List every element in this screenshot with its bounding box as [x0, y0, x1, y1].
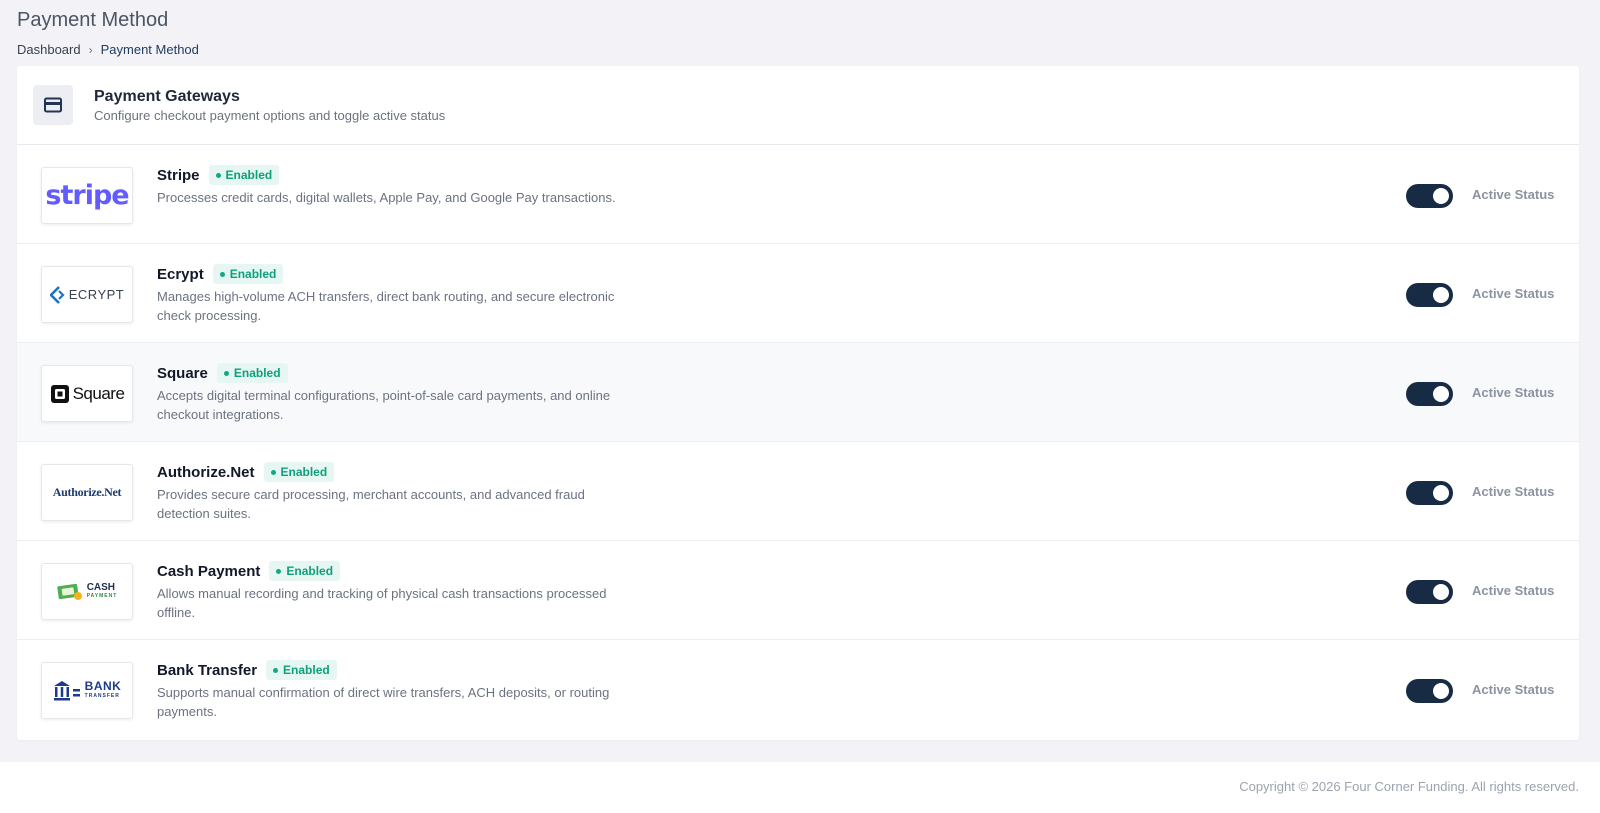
dot-icon [219, 271, 225, 277]
gateway-row-bank-transfer: BANK TRANSFER Bank Transfer Enabled Supp… [17, 640, 1579, 739]
gateway-description: Allows manual recording and tracking of … [157, 586, 607, 620]
active-status-toggle-authorize-net[interactable] [1406, 481, 1453, 505]
gateway-name: Square [157, 364, 208, 382]
ecrypt-logo: ECRYPT [41, 266, 133, 323]
cash-logo-text: CASH [86, 581, 116, 593]
active-status-label: Active Status [1472, 484, 1555, 499]
dot-icon [215, 172, 221, 178]
card-subtitle: Configure checkout payment options and t… [94, 108, 446, 123]
gateway-description: Processes credit cards, digital wallets,… [157, 190, 616, 205]
cash-payment-logo: CASH PAYMENT [41, 563, 133, 620]
status-badge: Enabled [263, 462, 335, 482]
dot-icon [276, 568, 282, 574]
gateway-name: Bank Transfer [157, 661, 258, 679]
breadcrumb-dashboard-link[interactable]: Dashboard [17, 42, 81, 57]
stripe-logo: stripe [41, 167, 133, 224]
payment-gateways-card: Payment Gateways Configure checkout paym… [17, 66, 1579, 740]
active-status-label: Active Status [1472, 385, 1555, 400]
credit-card-icon [33, 85, 73, 125]
gateway-name: Cash Payment [157, 562, 261, 580]
bank-transfer-logo: BANK TRANSFER [41, 662, 133, 719]
cash-bill-icon [57, 583, 82, 600]
status-badge: Enabled [269, 561, 341, 581]
status-badge: Enabled [266, 660, 337, 680]
gateway-description: Provides secure card processing, merchan… [157, 487, 585, 521]
breadcrumb-current: Payment Method [100, 42, 199, 57]
page-footer: Copyright © 2026 Four Corner Funding. Al… [0, 762, 1600, 813]
authorize-net-logo: Authorize.Net [41, 464, 133, 521]
active-status-toggle-ecrypt[interactable] [1406, 283, 1453, 307]
authorize-net-logo-text: Authorize.Net [52, 485, 122, 499]
gateway-row-stripe: stripe Stripe Enabled Processes credit c… [17, 145, 1579, 244]
chevron-right-icon: › [88, 42, 93, 57]
active-status-toggle-stripe[interactable] [1406, 184, 1453, 208]
gateway-name: Authorize.Net [157, 463, 255, 481]
dot-icon [223, 370, 229, 376]
gateway-description: Manages high-volume ACH transfers, direc… [157, 289, 615, 323]
active-status-label: Active Status [1472, 286, 1555, 301]
gateway-description: Supports manual confirmation of direct w… [157, 685, 610, 719]
copyright-text: Copyright © 2026 Four Corner Funding. Al… [1239, 779, 1579, 794]
status-badge: Enabled [216, 363, 288, 383]
status-badge: Enabled [208, 165, 280, 185]
gateway-name: Ecrypt [157, 265, 204, 283]
square-logo-text: Square [72, 383, 125, 403]
gateway-row-cash-payment: CASH PAYMENT Cash Payment Enabled Allows… [17, 541, 1579, 640]
card-title: Payment Gateways [94, 88, 240, 105]
dot-icon [273, 667, 279, 673]
bank-logo-text: BANK [84, 678, 122, 693]
square-mark-icon [50, 384, 69, 403]
breadcrumb: Dashboard › Payment Method [17, 42, 199, 57]
active-status-label: Active Status [1472, 187, 1555, 202]
stripe-logo-text: stripe [45, 180, 129, 211]
active-status-toggle-cash-payment[interactable] [1406, 580, 1453, 604]
dot-icon [270, 469, 276, 475]
square-logo: Square [41, 365, 133, 422]
gateway-row-ecrypt: ECRYPT Ecrypt Enabled Manages high-volum… [17, 244, 1579, 343]
active-status-toggle-bank-transfer[interactable] [1406, 679, 1453, 703]
bank-building-icon [53, 680, 80, 700]
gateway-row-square: Square Square Enabled Accepts digital te… [17, 343, 1579, 442]
bank-logo-subtext: TRANSFER [84, 692, 120, 699]
gateway-row-authorize-net: Authorize.Net Authorize.Net Enabled Prov… [17, 442, 1579, 541]
page-title: Payment Method [17, 9, 169, 31]
active-status-label: Active Status [1472, 682, 1555, 697]
status-badge: Enabled [212, 264, 284, 284]
gateway-name: Stripe [157, 166, 200, 184]
active-status-toggle-square[interactable] [1406, 382, 1453, 406]
page-header: Payment Method Dashboard › Payment Metho… [17, 8, 199, 57]
active-status-label: Active Status [1472, 583, 1555, 598]
ecrypt-logo-text: ECRYPT [68, 287, 125, 302]
ecrypt-diamond-icon [49, 285, 65, 304]
card-header: Payment Gateways Configure checkout paym… [17, 66, 1579, 145]
cash-logo-subtext: PAYMENT [86, 592, 118, 599]
gateway-description: Accepts digital terminal configurations,… [157, 388, 611, 422]
